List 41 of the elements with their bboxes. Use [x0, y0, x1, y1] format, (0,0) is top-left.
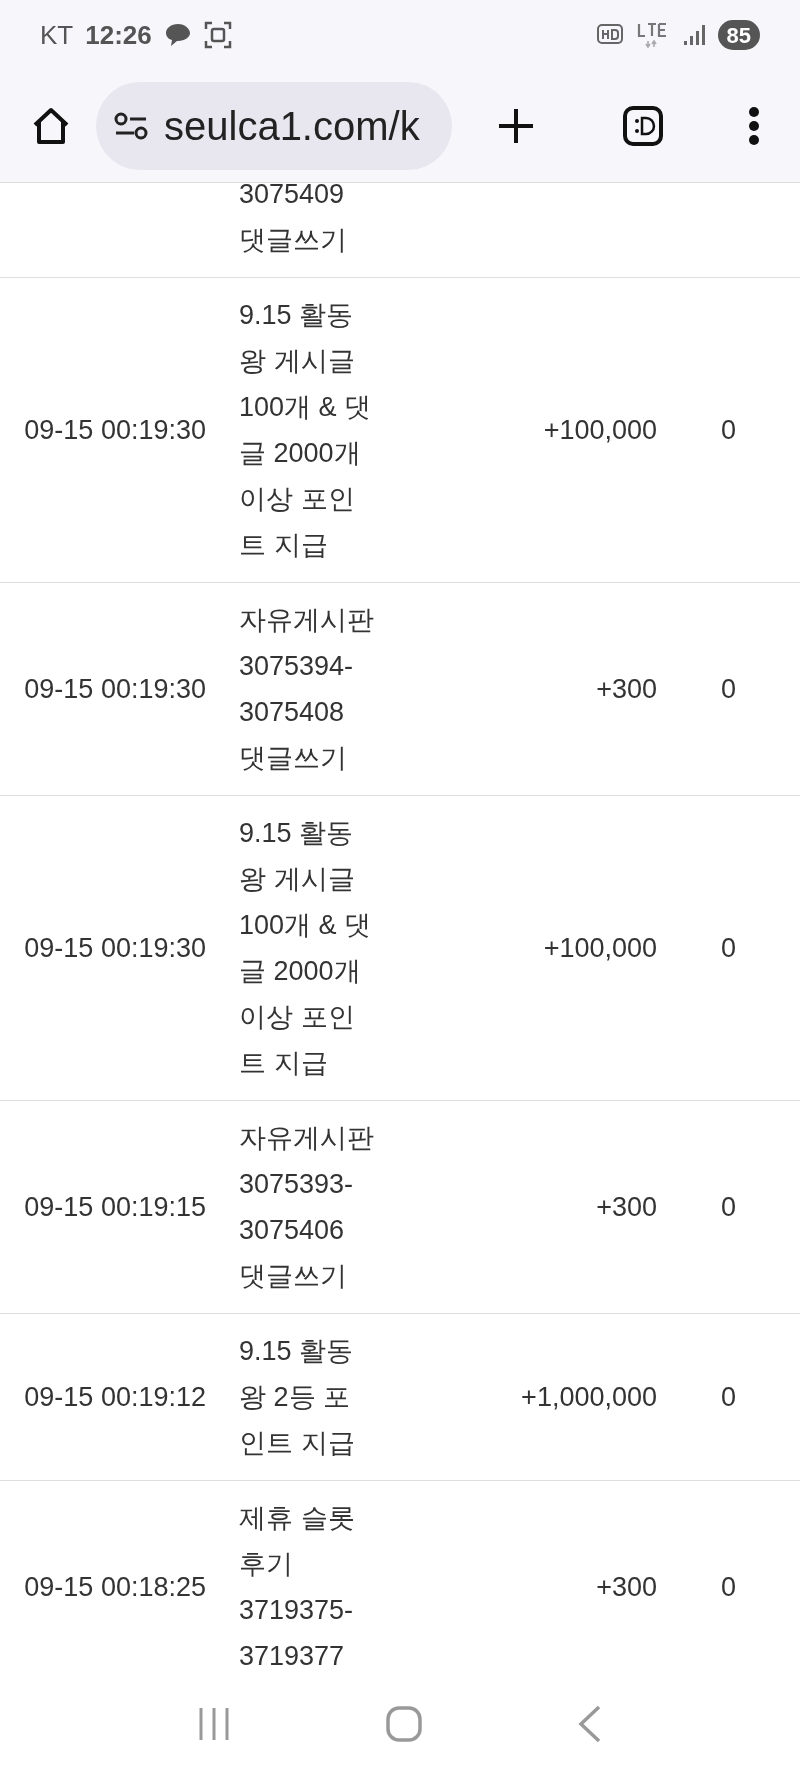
- recent-apps-icon[interactable]: [197, 1705, 231, 1742]
- date-cell: 09-15 00:19:30: [24, 414, 206, 445]
- address-bar[interactable]: seulca1.com/k: [96, 82, 452, 170]
- amount-cell: +100,000: [543, 414, 657, 445]
- chat-icon: [163, 22, 192, 48]
- battery-level: 85: [717, 20, 760, 50]
- balance-cell: 0: [721, 673, 736, 704]
- amount-cell: +300: [596, 1191, 657, 1222]
- balance-cell: 0: [721, 1191, 736, 1222]
- amount-cell: +100,000: [543, 932, 657, 963]
- screenshot-icon: [203, 21, 232, 49]
- date-cell: 09-15 00:19:15: [24, 1191, 206, 1222]
- description-cell: 9.15 활동왕 2등 포인트 지급: [239, 1336, 355, 1458]
- clock-time: 12:26: [85, 18, 152, 52]
- new-tab-icon[interactable]: [496, 106, 536, 146]
- date-cell: 09-15 00:18:25: [24, 1571, 206, 1602]
- menu-icon[interactable]: [748, 106, 760, 146]
- balance-cell: 0: [721, 1571, 736, 1602]
- balance-cell: 0: [721, 414, 736, 445]
- amount-cell: +1,000,000: [521, 1381, 657, 1412]
- home-button-icon[interactable]: [385, 1704, 423, 1743]
- description-cell: 9.15 활동왕 게시글 100개 & 댓글 2000개 이상 포인트 지급: [239, 300, 372, 560]
- description-cell: 3075409 댓글쓰기: [239, 183, 347, 255]
- description-cell: 자유게시판 3075394-3075408 댓글쓰기: [239, 605, 374, 773]
- date-cell: 09-15 00:19:12: [24, 1381, 206, 1412]
- hd-voice-icon: [595, 23, 624, 47]
- site-settings-icon[interactable]: [114, 112, 148, 140]
- description-cell: 9.15 활동왕 게시글 100개 & 댓글 2000개 이상 포인트 지급: [239, 818, 372, 1078]
- date-cell: 09-15 00:19:30: [24, 673, 206, 704]
- signal-icon: [681, 23, 706, 47]
- amount-cell: +300: [596, 1571, 657, 1602]
- amount-cell: +300: [596, 673, 657, 704]
- tab-switcher-icon[interactable]: [622, 105, 664, 147]
- balance-cell: 0: [721, 932, 736, 963]
- date-cell: 09-15 00:19:30: [24, 932, 206, 963]
- carrier-label: KT: [40, 18, 74, 52]
- description-cell: 제휴 슬롯 후기 3719375-3719377: [239, 1503, 355, 1669]
- url-text[interactable]: seulca1.com/k: [164, 96, 420, 156]
- description-cell: 자유게시판 3075393-3075406 댓글쓰기: [239, 1123, 374, 1291]
- balance-cell: 0: [721, 1381, 736, 1412]
- back-icon[interactable]: [577, 1703, 603, 1744]
